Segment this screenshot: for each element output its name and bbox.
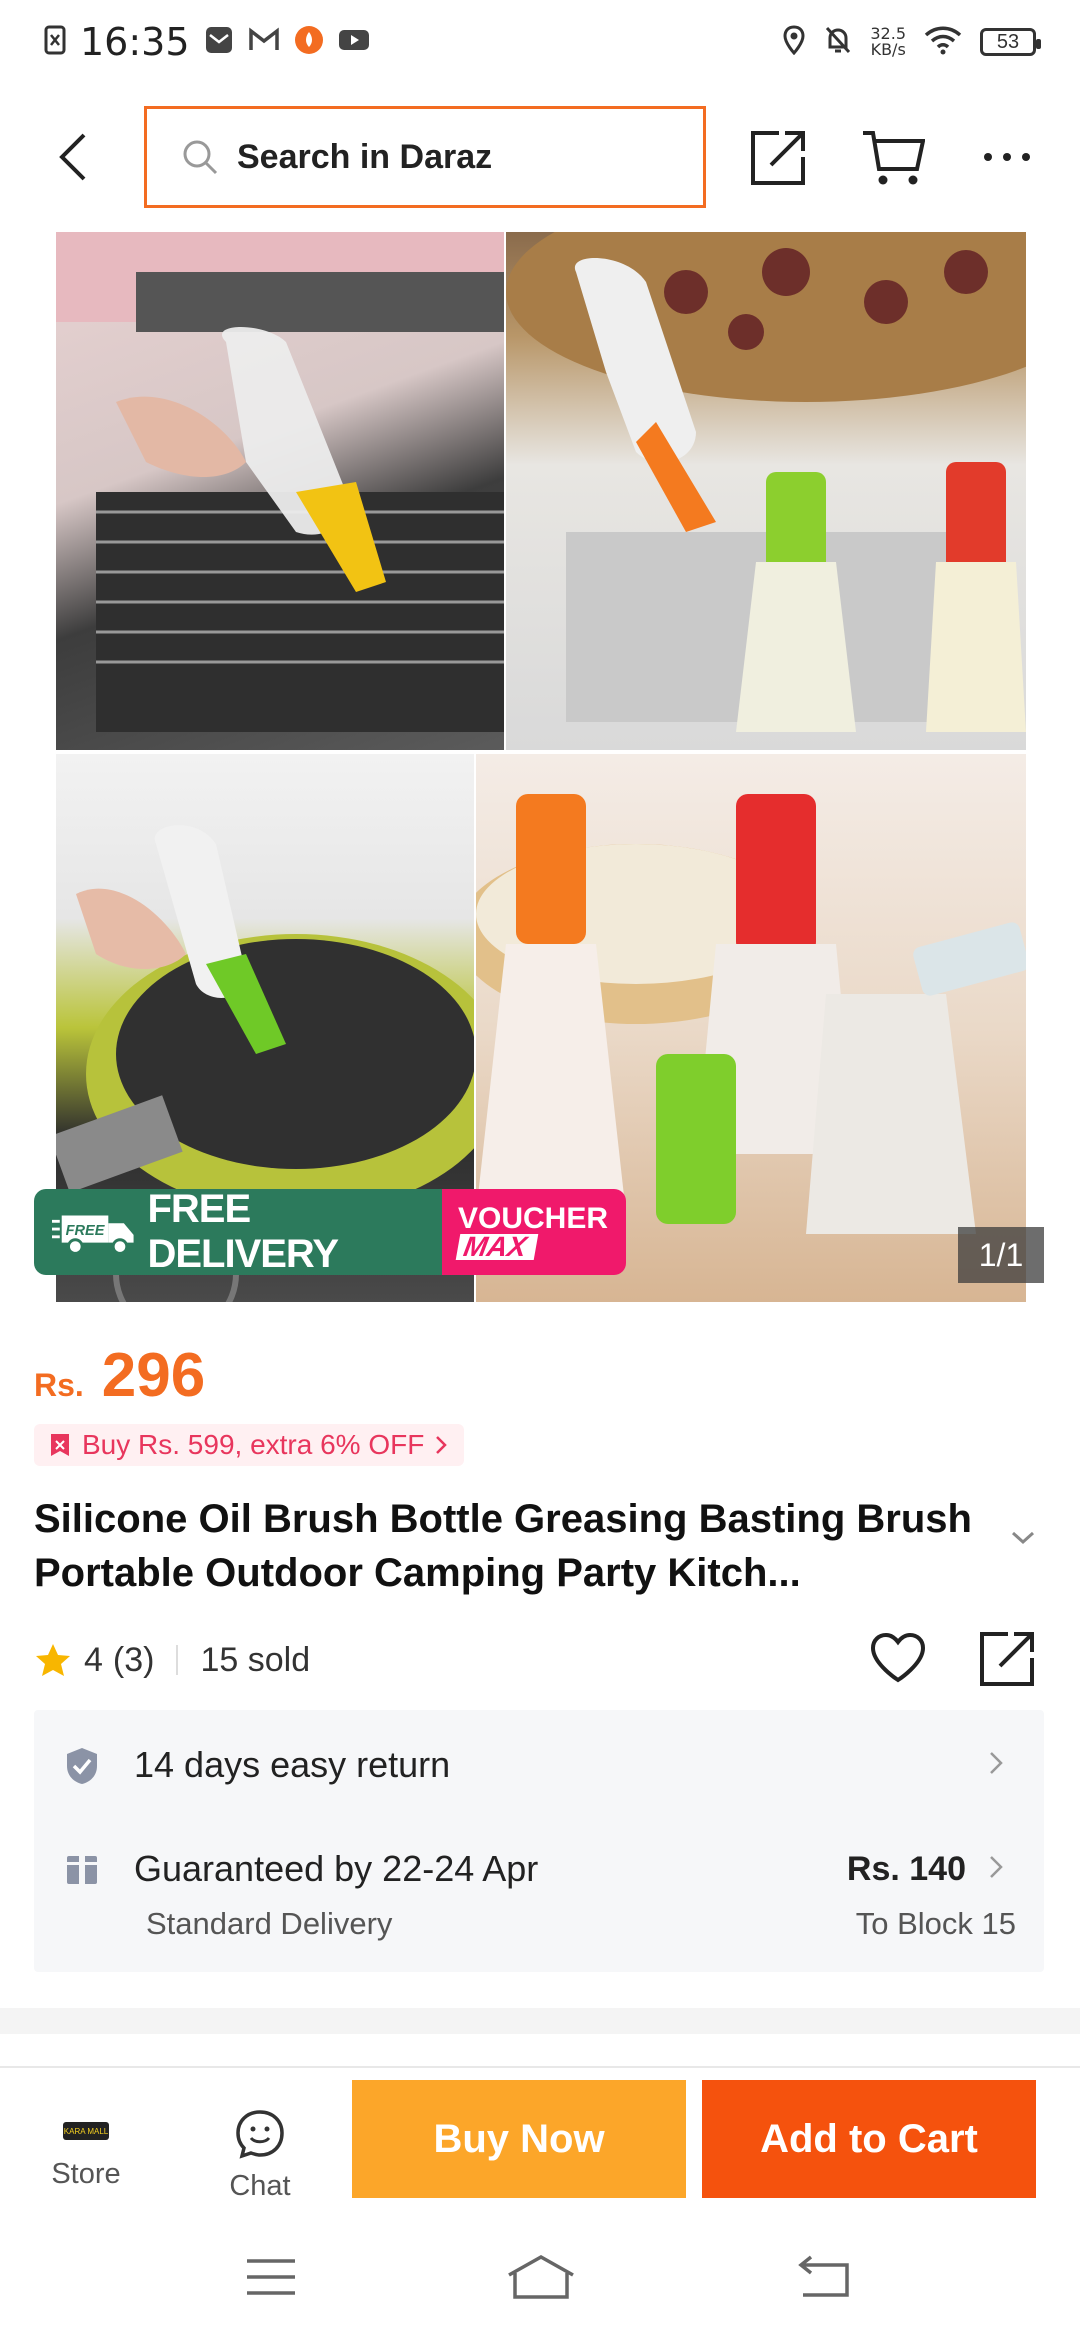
- chevron-right-icon: [988, 1750, 1004, 1781]
- wifi-icon: [924, 25, 962, 60]
- add-to-cart-button[interactable]: Add to Cart: [702, 2080, 1036, 2198]
- bottom-action-bar: KARA MALL Store Chat Buy Now Add to Cart: [0, 2068, 1080, 2218]
- cart-button[interactable]: [858, 122, 928, 192]
- battery-indicator: 53: [980, 28, 1041, 56]
- chat-icon: [236, 2110, 284, 2159]
- delivery-destination: To Block 15: [855, 1906, 1016, 1941]
- search-icon: [183, 140, 218, 175]
- chat-button[interactable]: Chat: [200, 2108, 320, 2203]
- mail-app-icon: [204, 25, 234, 60]
- promo-offer-tag[interactable]: Buy Rs. 599, extra 6% OFF: [34, 1424, 465, 1466]
- back-nav-button[interactable]: [778, 2242, 868, 2312]
- voucher-icon: [51, 1434, 69, 1456]
- free-tag: FREE: [66, 1223, 106, 1239]
- status-bar: 16:35 32.5 KB/s 53: [0, 0, 1080, 84]
- return-policy-text: 14 days easy return: [134, 1744, 451, 1785]
- product-title: Silicone Oil Brush Bottle Greasing Basti…: [34, 1497, 972, 1595]
- mute-bell-icon: [824, 25, 852, 60]
- rating-sales-row[interactable]: 4 (3) 15 sold: [34, 1630, 310, 1690]
- chevron-left-icon: [59, 133, 86, 181]
- service-info-box: 14 days easy return Guaranteed by 22-24 …: [34, 1710, 1044, 1972]
- clock: 16:35: [80, 20, 190, 64]
- chat-label: Chat: [229, 2170, 291, 2202]
- network-speed: 32.5 KB/s: [870, 24, 906, 59]
- price-block: Rs. 296: [34, 1340, 205, 1411]
- free-delivery-voucher-badge: FREE FREE DELIVERY VOUCHER MAX: [34, 1189, 626, 1275]
- system-navigation-bar: [0, 2220, 1080, 2340]
- chevron-down-icon: [1011, 1531, 1035, 1545]
- share-button[interactable]: [744, 122, 814, 192]
- wishlist-button[interactable]: [866, 1626, 930, 1690]
- product-photo-oven: [56, 232, 504, 750]
- search-placeholder: Search in Daraz: [237, 137, 493, 176]
- chevron-right-icon: [436, 1436, 448, 1454]
- cart-icon: [863, 131, 925, 185]
- section-divider: [0, 2008, 1080, 2034]
- more-menu-button[interactable]: [972, 122, 1042, 192]
- delivery-info-row[interactable]: Guaranteed by 22-24 Apr Standard Deliver…: [34, 1822, 1044, 1972]
- recent-apps-button[interactable]: [226, 2242, 316, 2312]
- product-image-gallery[interactable]: [56, 232, 1026, 1302]
- star-icon: [36, 1644, 70, 1676]
- home-icon: [508, 2254, 574, 2299]
- delivery-truck-icon: FREE: [52, 1215, 134, 1255]
- delivery-type: Standard Delivery: [146, 1906, 393, 1941]
- voucher-max-badge: VOUCHER MAX: [442, 1189, 626, 1275]
- sold-count: 15 sold: [200, 1640, 311, 1679]
- top-navigation: Search in Daraz: [0, 100, 1080, 212]
- store-button[interactable]: KARA MALL Store: [26, 2108, 146, 2191]
- gmail-icon: [248, 26, 280, 58]
- price-value: 296: [101, 1341, 206, 1410]
- image-counter: 1/1: [958, 1227, 1044, 1283]
- expand-title-button[interactable]: [1010, 1530, 1036, 1551]
- heart-icon: [870, 1632, 926, 1683]
- store-label: Store: [51, 2158, 121, 2190]
- buy-now-button[interactable]: Buy Now: [352, 2080, 686, 2198]
- home-button[interactable]: [496, 2242, 586, 2312]
- return-policy-row[interactable]: 14 days easy return: [34, 1710, 1044, 1822]
- product-photo-pizza: [506, 232, 1026, 750]
- sim-off-icon: [44, 25, 66, 60]
- package-icon: [64, 1850, 100, 1891]
- youtube-icon: [338, 28, 370, 57]
- free-delivery-badge: FREE FREE DELIVERY: [34, 1189, 442, 1275]
- chevron-right-icon: [988, 1854, 1004, 1885]
- shield-check-icon: [64, 1746, 100, 1791]
- free-delivery-label: FREE DELIVERY: [147, 1189, 339, 1275]
- promo-text: Buy Rs. 599, extra 6% OFF: [82, 1429, 425, 1460]
- voucher-max-label: MAX: [455, 1231, 539, 1262]
- share-icon: [751, 131, 805, 185]
- divider: [176, 1645, 179, 1675]
- location-icon: [782, 24, 806, 60]
- back-button[interactable]: [48, 122, 98, 192]
- daraz-app-icon: [294, 25, 324, 60]
- menu-lines-icon: [247, 2259, 295, 2295]
- price-currency: Rs.: [34, 1367, 84, 1403]
- store-logo: KARA MALL: [63, 2122, 109, 2140]
- more-dots-icon: [984, 153, 1030, 161]
- back-arrow-icon: [798, 2255, 849, 2297]
- rating-value: 4: [84, 1640, 103, 1679]
- voucher-label: VOUCHER: [458, 1202, 609, 1235]
- rating-count: (3): [112, 1640, 155, 1679]
- share-product-button[interactable]: [976, 1626, 1040, 1690]
- share-icon: [980, 1632, 1034, 1686]
- search-input[interactable]: Search in Daraz: [144, 106, 706, 208]
- delivery-fee: Rs. 140: [846, 1850, 966, 1888]
- delivery-guarantee: Guaranteed by 22-24 Apr: [134, 1848, 539, 1889]
